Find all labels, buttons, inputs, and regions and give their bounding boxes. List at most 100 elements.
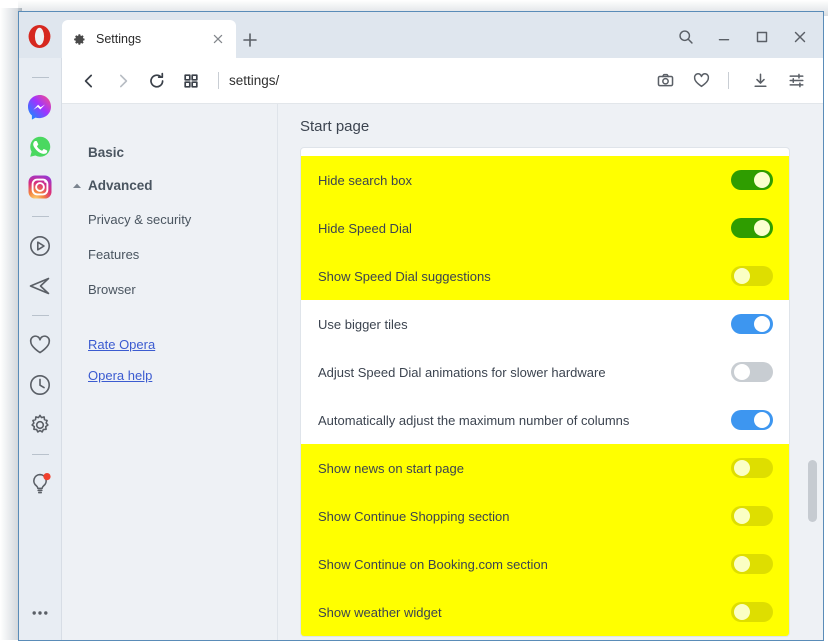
- sidebar-item-basic[interactable]: Basic: [62, 136, 277, 169]
- content-scrollbar[interactable]: [808, 112, 817, 640]
- settings-row[interactable]: Show weather widget: [301, 588, 789, 636]
- ellipsis-icon[interactable]: [27, 600, 53, 626]
- tab-title: Settings: [96, 32, 142, 46]
- actions-separator: [728, 72, 729, 89]
- downloads-button[interactable]: [745, 66, 775, 96]
- sidebar-item-browser[interactable]: Browser: [62, 272, 277, 307]
- settings-group: Use bigger tiles Adjust Speed Dial animat…: [301, 300, 789, 444]
- heart-icon: [693, 73, 709, 88]
- toggle-knob: [754, 172, 770, 188]
- scrollbar-thumb[interactable]: [808, 460, 817, 522]
- minimize-button[interactable]: [707, 26, 741, 48]
- settings-row[interactable]: Show Continue Shopping section: [301, 492, 789, 540]
- toggle-knob: [734, 604, 750, 620]
- toggle-knob: [754, 412, 770, 428]
- url-text[interactable]: settings/: [229, 73, 279, 88]
- close-window-button[interactable]: [783, 26, 817, 48]
- rate-opera-link[interactable]: Rate Opera: [62, 329, 277, 360]
- settings-row-label: Use bigger tiles: [318, 316, 408, 332]
- toggle-switch[interactable]: [731, 410, 773, 430]
- toggle-switch[interactable]: [731, 458, 773, 478]
- minimize-icon: [718, 38, 730, 41]
- toggle-knob: [734, 460, 750, 476]
- settings-content-inner: Start page Hide search box Hide Speed Dia…: [278, 104, 823, 637]
- sidebar-item-advanced[interactable]: Advanced: [62, 169, 277, 202]
- sidebar-item-privacy-security[interactable]: Privacy & security: [62, 202, 277, 237]
- toggle-switch[interactable]: [731, 506, 773, 526]
- toggle-switch[interactable]: [731, 554, 773, 574]
- camera-icon: [657, 73, 673, 87]
- page-title: Start page: [300, 118, 370, 135]
- tab-settings[interactable]: Settings: [62, 20, 236, 58]
- opera-browser-window: Settings settings/ Basic Advanced Privac…: [0, 0, 831, 643]
- settings-navigation: Basic Advanced Privacy & security Featur…: [62, 104, 278, 640]
- settings-row[interactable]: Adjust Speed Dial animations for slower …: [301, 348, 789, 396]
- toggle-knob: [734, 268, 750, 284]
- forward-button[interactable]: [108, 66, 138, 96]
- toggle-switch[interactable]: [731, 314, 773, 334]
- snapshot-button[interactable]: [650, 66, 680, 96]
- tab-bar: Settings: [19, 12, 823, 58]
- app-sidebar: [19, 58, 62, 640]
- address-separator: [218, 72, 219, 89]
- toggle-switch[interactable]: [731, 170, 773, 190]
- send-icon[interactable]: [27, 273, 53, 299]
- whatsapp-icon[interactable]: [27, 134, 53, 160]
- favorites-button[interactable]: [686, 66, 716, 96]
- sidebar-divider: [31, 77, 49, 78]
- settings-row-label: Automatically adjust the maximum number …: [318, 412, 630, 428]
- play-circle-icon[interactable]: [27, 233, 53, 259]
- search-button[interactable]: [669, 26, 703, 48]
- close-icon[interactable]: [210, 31, 226, 47]
- clock-icon[interactable]: [27, 372, 53, 398]
- maximize-button[interactable]: [745, 26, 779, 48]
- grid-icon: [184, 73, 198, 88]
- settings-row-label: Show weather widget: [318, 604, 442, 620]
- settings-content: Start page Hide search box Hide Speed Dia…: [278, 104, 823, 640]
- lightbulb-icon[interactable]: [27, 471, 53, 497]
- settings-row[interactable]: Show news on start page: [301, 444, 789, 492]
- toggle-knob: [754, 316, 770, 332]
- close-icon: [794, 31, 806, 43]
- settings-row-label: Show news on start page: [318, 460, 464, 476]
- chevron-left-icon: [84, 74, 93, 87]
- caret-up-icon: [73, 183, 81, 188]
- reload-button[interactable]: [142, 66, 172, 96]
- chevron-right-icon: [120, 74, 128, 87]
- toggle-knob: [734, 508, 750, 524]
- settings-group-highlighted: Show news on start page Show Continue Sho…: [301, 444, 789, 636]
- download-icon: [753, 73, 767, 87]
- messenger-icon[interactable]: [27, 94, 53, 120]
- settings-row[interactable]: Show Speed Dial suggestions: [301, 252, 789, 300]
- settings-row[interactable]: Hide Speed Dial: [301, 204, 789, 252]
- sidebar-divider: [31, 454, 49, 455]
- toggle-switch[interactable]: [731, 362, 773, 382]
- settings-row[interactable]: Automatically adjust the maximum number …: [301, 396, 789, 444]
- toggle-switch[interactable]: [731, 266, 773, 286]
- window-controls: [669, 26, 817, 48]
- sidebar-item-features[interactable]: Features: [62, 237, 277, 272]
- address-bar: settings/: [62, 58, 823, 104]
- settings-row[interactable]: Show Continue on Booking.com section: [301, 540, 789, 588]
- settings-row[interactable]: Hide search box: [301, 156, 789, 204]
- sidebar-item-advanced-label: Advanced: [88, 178, 153, 193]
- easy-setup-button[interactable]: [781, 66, 811, 96]
- start-page-settings-card: Hide search box Hide Speed Dial Show Speed…: [300, 147, 790, 637]
- opera-help-link[interactable]: Opera help: [62, 360, 277, 391]
- opera-logo-icon[interactable]: [27, 24, 52, 49]
- settings-page: Basic Advanced Privacy & security Featur…: [62, 104, 823, 640]
- speed-dial-button[interactable]: [176, 66, 206, 96]
- address-bar-actions: [644, 66, 823, 96]
- plus-icon[interactable]: [240, 30, 260, 50]
- back-button[interactable]: [74, 66, 104, 96]
- instagram-icon[interactable]: [27, 174, 53, 200]
- gear-icon[interactable]: [27, 412, 53, 438]
- toggle-switch[interactable]: [731, 602, 773, 622]
- sliders-icon: [788, 73, 804, 88]
- reload-icon: [150, 72, 164, 88]
- settings-row-label: Show Speed Dial suggestions: [318, 268, 491, 284]
- heart-icon[interactable]: [27, 332, 53, 358]
- settings-row[interactable]: Use bigger tiles: [301, 300, 789, 348]
- toggle-switch[interactable]: [731, 218, 773, 238]
